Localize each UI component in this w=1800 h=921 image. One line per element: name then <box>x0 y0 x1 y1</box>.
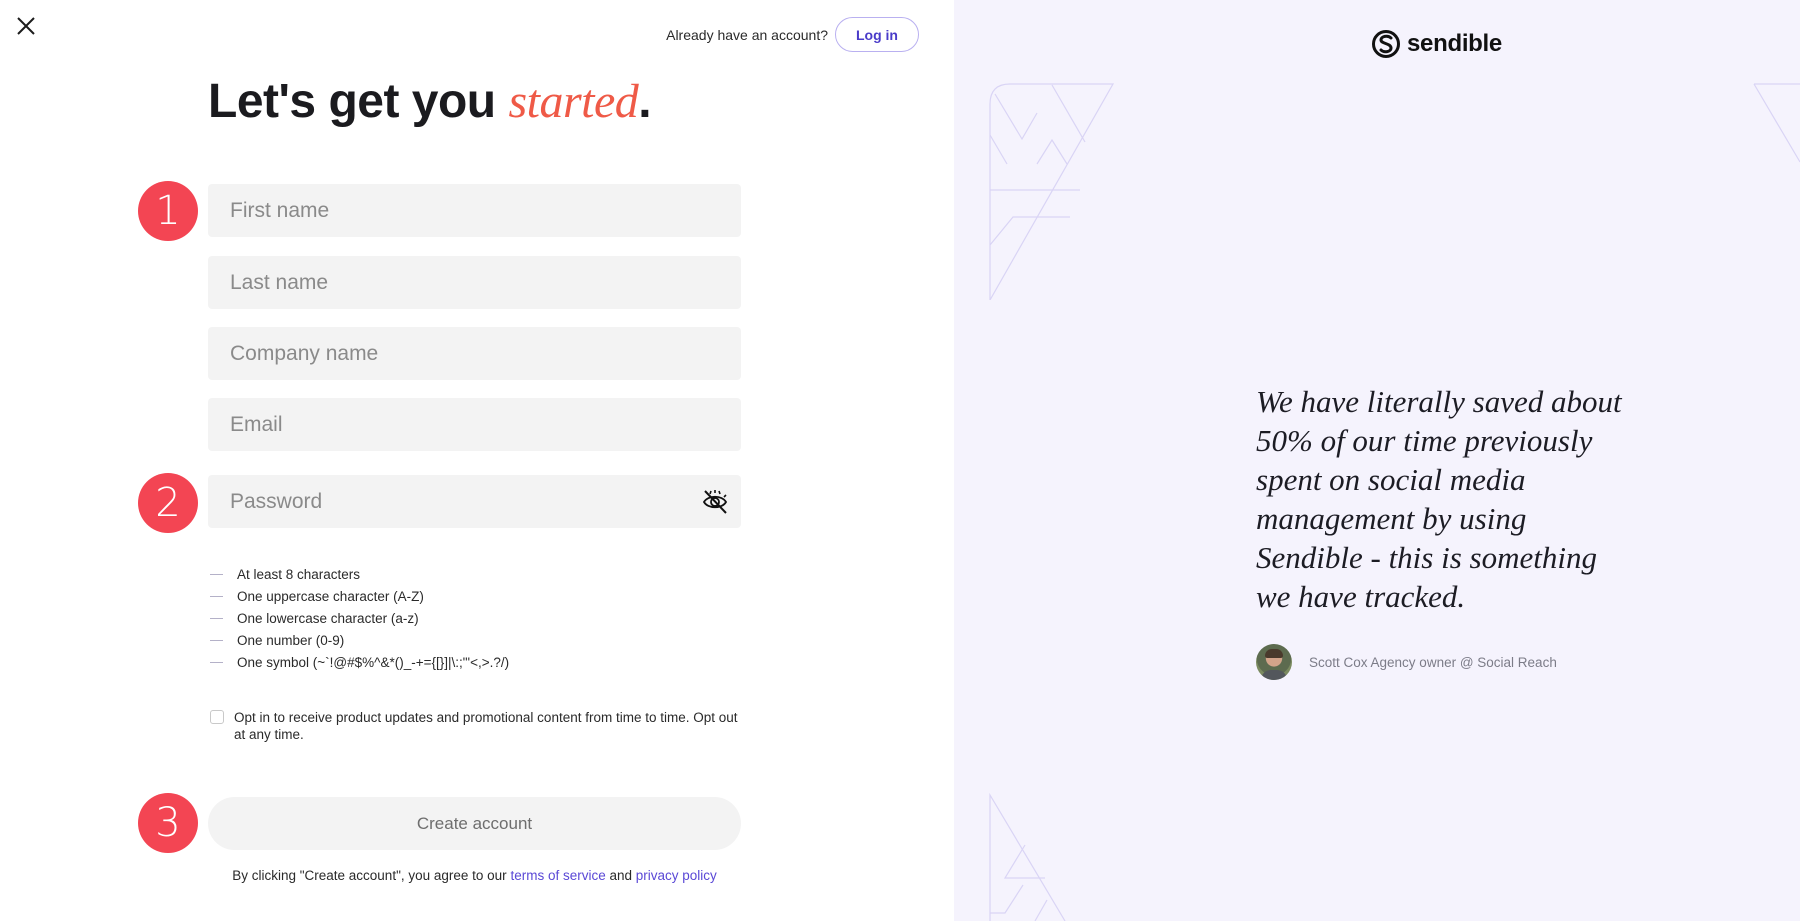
eye-slash-icon[interactable] <box>701 488 729 516</box>
terms-of-service-link[interactable]: terms of service <box>510 868 605 883</box>
requirement-text: One symbol (~`!@#$%^&*()_-+={[}]|\:;"'<,… <box>237 654 510 670</box>
login-prompt-text: Already have an account? <box>666 26 828 43</box>
create-account-button[interactable]: Create account <box>208 797 741 850</box>
requirement-item: At least 8 characters <box>210 563 509 585</box>
email-field[interactable] <box>208 398 741 451</box>
privacy-policy-link[interactable]: privacy policy <box>636 868 717 883</box>
last-name-input[interactable] <box>208 256 741 309</box>
decorative-pattern-bottom-left <box>989 792 1066 921</box>
company-name-field[interactable] <box>208 327 741 380</box>
close-button[interactable] <box>14 14 38 38</box>
password-input[interactable] <box>208 475 741 528</box>
requirement-text: One uppercase character (A-Z) <box>237 588 424 604</box>
testimonial-author: Scott Cox Agency owner @ Social Reach <box>1256 644 1557 680</box>
step-badge-2: 2 <box>138 473 198 533</box>
requirement-text: At least 8 characters <box>237 566 361 582</box>
step-badge-1: 1 <box>138 181 198 241</box>
password-field[interactable] <box>208 475 741 528</box>
company-name-input[interactable] <box>208 327 741 380</box>
requirement-item: One symbol (~`!@#$%^&*()_-+={[}]|\:;"'<,… <box>210 651 509 673</box>
requirement-item: One number (0-9) <box>210 629 509 651</box>
decorative-pattern-top-right <box>1753 83 1800 163</box>
last-name-field[interactable] <box>208 256 741 309</box>
dash-icon <box>210 573 223 575</box>
requirement-item: One lowercase character (a-z) <box>210 607 509 629</box>
terms-prefix: By clicking "Create account", you agree … <box>232 868 511 883</box>
terms-notice: By clicking "Create account", you agree … <box>208 868 741 883</box>
author-avatar <box>1256 644 1292 680</box>
first-name-field[interactable] <box>208 184 741 237</box>
login-prompt-row: Already have an account? Log in <box>666 17 919 52</box>
password-requirements: At least 8 characters One uppercase char… <box>210 563 509 673</box>
title-prefix: Let's get you <box>208 75 509 128</box>
requirement-text: One number (0-9) <box>237 632 345 648</box>
optin-checkbox[interactable] <box>210 710 224 724</box>
testimonial-quote: We have literally saved about 50% of our… <box>1256 384 1622 614</box>
requirement-text: One lowercase character (a-z) <box>237 610 419 626</box>
sendible-logo-icon <box>1372 30 1400 58</box>
first-name-input[interactable] <box>208 184 741 237</box>
decorative-pattern-top-left <box>989 83 1115 300</box>
signup-panel: Already have an account? Log in Let's ge… <box>0 0 954 921</box>
dash-icon <box>210 617 223 619</box>
close-icon <box>17 17 35 35</box>
requirement-item: One uppercase character (A-Z) <box>210 585 509 607</box>
step-badge-3: 3 <box>138 793 198 853</box>
dash-icon <box>210 661 223 663</box>
page-title: Let's get you started. <box>208 74 652 129</box>
dash-icon <box>210 595 223 597</box>
title-suffix: . <box>638 75 652 128</box>
email-input[interactable] <box>208 398 741 451</box>
login-button[interactable]: Log in <box>835 17 919 52</box>
sendible-logo: sendible <box>1371 29 1502 59</box>
author-name: Scott Cox Agency owner @ Social Reach <box>1309 654 1557 670</box>
brand-name: sendible <box>1407 30 1502 57</box>
title-accent: started <box>508 75 639 128</box>
optin-label: Opt in to receive product updates and pr… <box>234 710 738 742</box>
optin-row: Opt in to receive product updates and pr… <box>210 709 750 743</box>
dash-icon <box>210 639 223 641</box>
terms-middle: and <box>605 868 636 883</box>
